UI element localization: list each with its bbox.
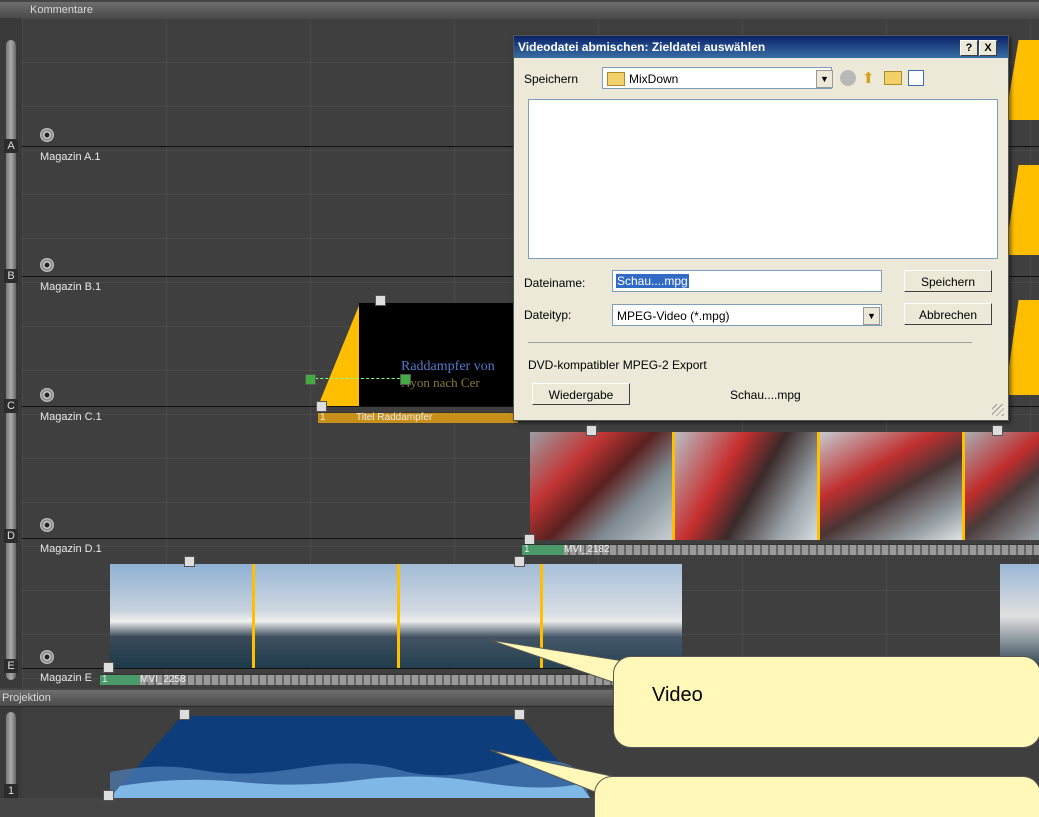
title-clip-number: 1 [320,412,326,423]
track-d-label: Magazin D.1 [40,543,102,555]
video-thumbnail [110,564,252,668]
filename-label: Dateiname: [524,276,586,290]
title-overlay-line1: Raddampfer von [401,359,495,374]
clip-e-name: MVI_2258 [140,674,186,685]
divider [528,342,972,343]
dialog-title: Videodatei abmischen: Zieldatei auswähle… [518,40,766,54]
filetype-select[interactable]: MPEG-Video (*.mpg) ▼ [612,304,882,326]
video-thumbnail [965,432,1039,540]
keyframe-pin[interactable] [514,709,525,720]
keyframe-pin[interactable] [103,790,114,801]
track-b-settings-icon[interactable] [40,258,54,272]
filetype-label: Dateityp: [524,308,572,322]
help-button[interactable]: ? [960,40,978,56]
keyframe-pin[interactable] [586,425,597,436]
clip-d-name: MVI_2182 [564,544,610,555]
chevron-down-icon[interactable]: ▼ [816,70,833,88]
audio-callout [594,776,1039,817]
folder-icon [607,72,625,86]
track-e-label: Magazin E [40,672,92,684]
filetype-value: MPEG-Video (*.mpg) [617,309,730,323]
track-d-letter: D [4,529,18,543]
track-e-settings-icon[interactable] [40,650,54,664]
keyframe-pin[interactable] [992,425,1003,436]
title-clip-preview[interactable]: Raddampfer von Nyon nach Cer [359,303,519,406]
track-e-letter: E [4,659,18,673]
filename-input[interactable]: Schau....mpg [612,270,882,292]
dialog-title-bar[interactable]: Videodatei abmischen: Zieldatei auswähle… [514,36,1008,58]
track-a-label: Magazin A.1 [40,151,101,163]
keyframe-pin[interactable] [179,709,190,720]
new-folder-icon[interactable] [884,71,902,85]
title-clip-name: Titel Raddampfer [356,412,433,423]
export-info: DVD-kompatibler MPEG-2 Export [528,358,707,372]
track-a-letter: A [4,139,18,153]
clip-d-thumbnails[interactable] [530,432,1039,540]
save-in-label: Speichern [524,72,579,86]
save-in-folder: MixDown [629,72,679,86]
motion-keyframe-handle[interactable] [400,374,411,385]
clip-d-number: 1 [524,544,530,555]
back-icon[interactable] [840,70,856,86]
video-callout-text: Video [652,684,703,706]
up-folder-icon[interactable]: ⬆ [862,69,878,87]
projection-section-title: Projektion [2,692,51,704]
track-c-letter: C [4,399,18,413]
chevron-down-icon[interactable]: ▼ [863,307,880,325]
track-c-settings-icon[interactable] [40,388,54,402]
save-mixdown-dialog: Videodatei abmischen: Zieldatei auswähle… [513,35,1009,421]
track-d-settings-icon[interactable] [40,518,54,532]
save-in-dropdown[interactable]: MixDown ▼ [602,67,833,89]
video-thumbnail [530,432,672,540]
close-button[interactable]: X [979,40,997,56]
view-menu-icon[interactable] [908,70,924,86]
track-b-label: Magazin B.1 [40,281,102,293]
comments-section-title: Kommentare [30,4,93,16]
keyframe-pin[interactable] [316,401,327,412]
play-button[interactable]: Wiedergabe [532,383,630,405]
save-button[interactable]: Speichern [904,270,992,292]
title-overlay-line2: Nyon nach Cer [401,375,480,390]
video-thumbnail [675,432,817,540]
cancel-button[interactable]: Abbrechen [904,303,992,325]
file-list[interactable] [528,99,998,259]
keyframe-pin[interactable] [103,662,114,673]
video-callout: Video [613,656,1039,748]
projection-track-letter: 1 [4,784,18,798]
title-clip-bar[interactable]: 1 Titel Raddampfer [318,412,518,423]
video-thumbnail [255,564,397,668]
video-thumbnail [820,432,962,540]
video-thumbnail[interactable] [1000,564,1039,668]
motion-path [310,378,410,380]
filename-value: Schau....mpg [616,274,689,288]
motion-keyframe-handle[interactable] [305,374,316,385]
track-a-settings-icon[interactable] [40,128,54,142]
keyframe-pin[interactable] [514,556,525,567]
clip-d-bar[interactable]: 1 MVI_2182 [522,544,1039,555]
keyframe-pin[interactable] [184,556,195,567]
track-scroll-handle[interactable] [6,40,16,680]
track-c-label: Magazin C.1 [40,411,102,423]
keyframe-pin[interactable] [375,295,386,306]
clip-e-number: 1 [102,674,108,685]
track-b-letter: B [4,269,18,283]
resize-grip-icon[interactable] [992,404,1004,416]
comments-section-header: Kommentare [0,2,1039,19]
play-file-name: Schau....mpg [730,388,801,402]
